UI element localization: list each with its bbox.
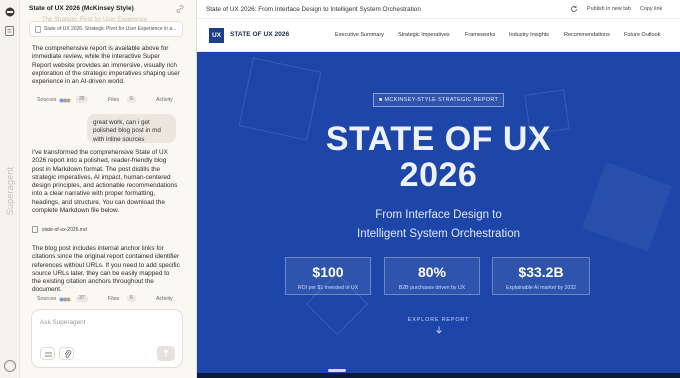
site-header: UX STATE OF UX 2026 Executive Summary St… <box>197 19 680 52</box>
link-icon[interactable] <box>176 5 184 13</box>
files-count-badge: 6 <box>127 295 136 302</box>
window-bottom-edge <box>197 373 680 378</box>
nav-strategic-imperatives[interactable]: Strategic Imperatives <box>398 32 450 38</box>
report-tag-label: MCKINSEY-STYLE STRATEGIC REPORT <box>384 97 499 103</box>
assistant-message: I've transformed the comprehensive State… <box>32 149 178 215</box>
stat-card: 80% B2B purchases driven by UX <box>384 257 480 295</box>
assistant-message: The blog post includes internal anchor l… <box>32 245 180 294</box>
settings-button[interactable] <box>40 347 55 360</box>
nav-recommendations[interactable]: Recommendations <box>564 32 610 38</box>
hero-headline: STATE OF UX <box>325 120 552 158</box>
nav-frameworks[interactable]: Frameworks <box>465 32 495 38</box>
report-artifact-card[interactable]: State of UX 2026: Strategic Pivot for Us… <box>29 21 183 37</box>
sources-button[interactable]: Sources <box>37 296 56 302</box>
preview-toolbar: State of UX 2026: From Interface Design … <box>197 0 680 19</box>
files-button[interactable]: Files <box>108 296 119 302</box>
source-favicons-icon <box>59 297 71 302</box>
hero-subtitle-line2: Intelligent System Orchestration <box>357 228 520 240</box>
stat-card: $33.2B Explainable AI market by 2032 <box>492 257 590 295</box>
preview-title: State of UX 2026: From Interface Design … <box>206 6 421 13</box>
nav-future-outlook[interactable]: Future Outlook <box>624 32 660 38</box>
assistant-message: The comprehensive report is available ab… <box>32 45 180 86</box>
document-icon[interactable] <box>5 26 14 36</box>
refresh-icon[interactable] <box>570 5 578 13</box>
stat-label: Explainable AI market by 2032 <box>505 285 577 291</box>
message-meta-bar: Sources 35 Files 6 Activity <box>32 96 182 106</box>
hero-section: ■ MCKINSEY-STYLE STRATEGIC REPORT STATE … <box>197 52 680 378</box>
stat-value: $100 <box>312 264 344 280</box>
sources-button[interactable]: Sources <box>37 97 56 103</box>
site-name[interactable]: STATE OF UX 2026 <box>230 31 289 38</box>
artifact-title: State of UX 2026: Strategic Pivot for Us… <box>44 26 177 32</box>
sliders-icon <box>45 352 52 357</box>
scroll-handle[interactable] <box>328 369 346 372</box>
files-button[interactable]: Files <box>108 97 119 103</box>
stat-label: ROI per $1 invested in UX <box>297 285 359 291</box>
message-meta-bar: Sources 37 Files 6 Activity <box>32 295 182 305</box>
stat-value: 80% <box>417 264 447 280</box>
send-button[interactable] <box>157 346 175 361</box>
file-icon <box>35 26 41 33</box>
nav-executive-summary[interactable]: Executive Summary <box>335 32 384 38</box>
stat-value: $33.2B <box>518 264 564 280</box>
markdown-file-icon <box>32 226 38 233</box>
file-name: state-of-ux-2026.md <box>42 227 87 233</box>
user-message: great work, can i get polished blog post… <box>87 114 176 143</box>
activity-button[interactable]: Activity <box>156 296 173 302</box>
brand-watermark: Superagent <box>5 166 15 216</box>
report-tag: ■ MCKINSEY-STYLE STRATEGIC REPORT <box>373 93 505 107</box>
user-avatar-icon[interactable] <box>4 360 16 372</box>
composer-input[interactable]: Ask Superagent <box>40 319 85 326</box>
composer[interactable]: Ask Superagent <box>31 309 183 368</box>
activity-button[interactable]: Activity <box>156 97 173 103</box>
chat-title: State of UX 2026 (McKinsey Style) <box>29 5 134 12</box>
files-count-badge: 6 <box>127 96 136 103</box>
arrow-down-icon[interactable] <box>435 326 443 334</box>
paperclip-icon <box>64 350 72 358</box>
sources-count-badge: 37 <box>76 295 88 302</box>
hero-year: 2026 <box>399 156 478 194</box>
stat-label: B2B purchases driven by UX <box>398 285 466 291</box>
left-rail: Superagent <box>0 0 20 378</box>
publish-button[interactable]: Publish in new tab <box>587 6 631 12</box>
copy-link-button[interactable]: Copy link <box>640 6 662 12</box>
attach-button[interactable] <box>59 347 74 360</box>
site-logo[interactable]: UX <box>209 28 224 43</box>
source-favicons-icon <box>59 98 71 103</box>
app-logo-icon[interactable] <box>4 6 16 18</box>
nav-industry-insights[interactable]: Industry Insights <box>509 32 549 38</box>
sources-count-badge: 35 <box>76 96 88 103</box>
arrow-up-icon <box>163 349 169 357</box>
stat-card: $100 ROI per $1 invested in UX <box>285 257 371 295</box>
hero-subtitle-line1: From Interface Design to <box>375 209 502 221</box>
explore-report-link[interactable]: EXPLORE REPORT <box>197 317 680 323</box>
